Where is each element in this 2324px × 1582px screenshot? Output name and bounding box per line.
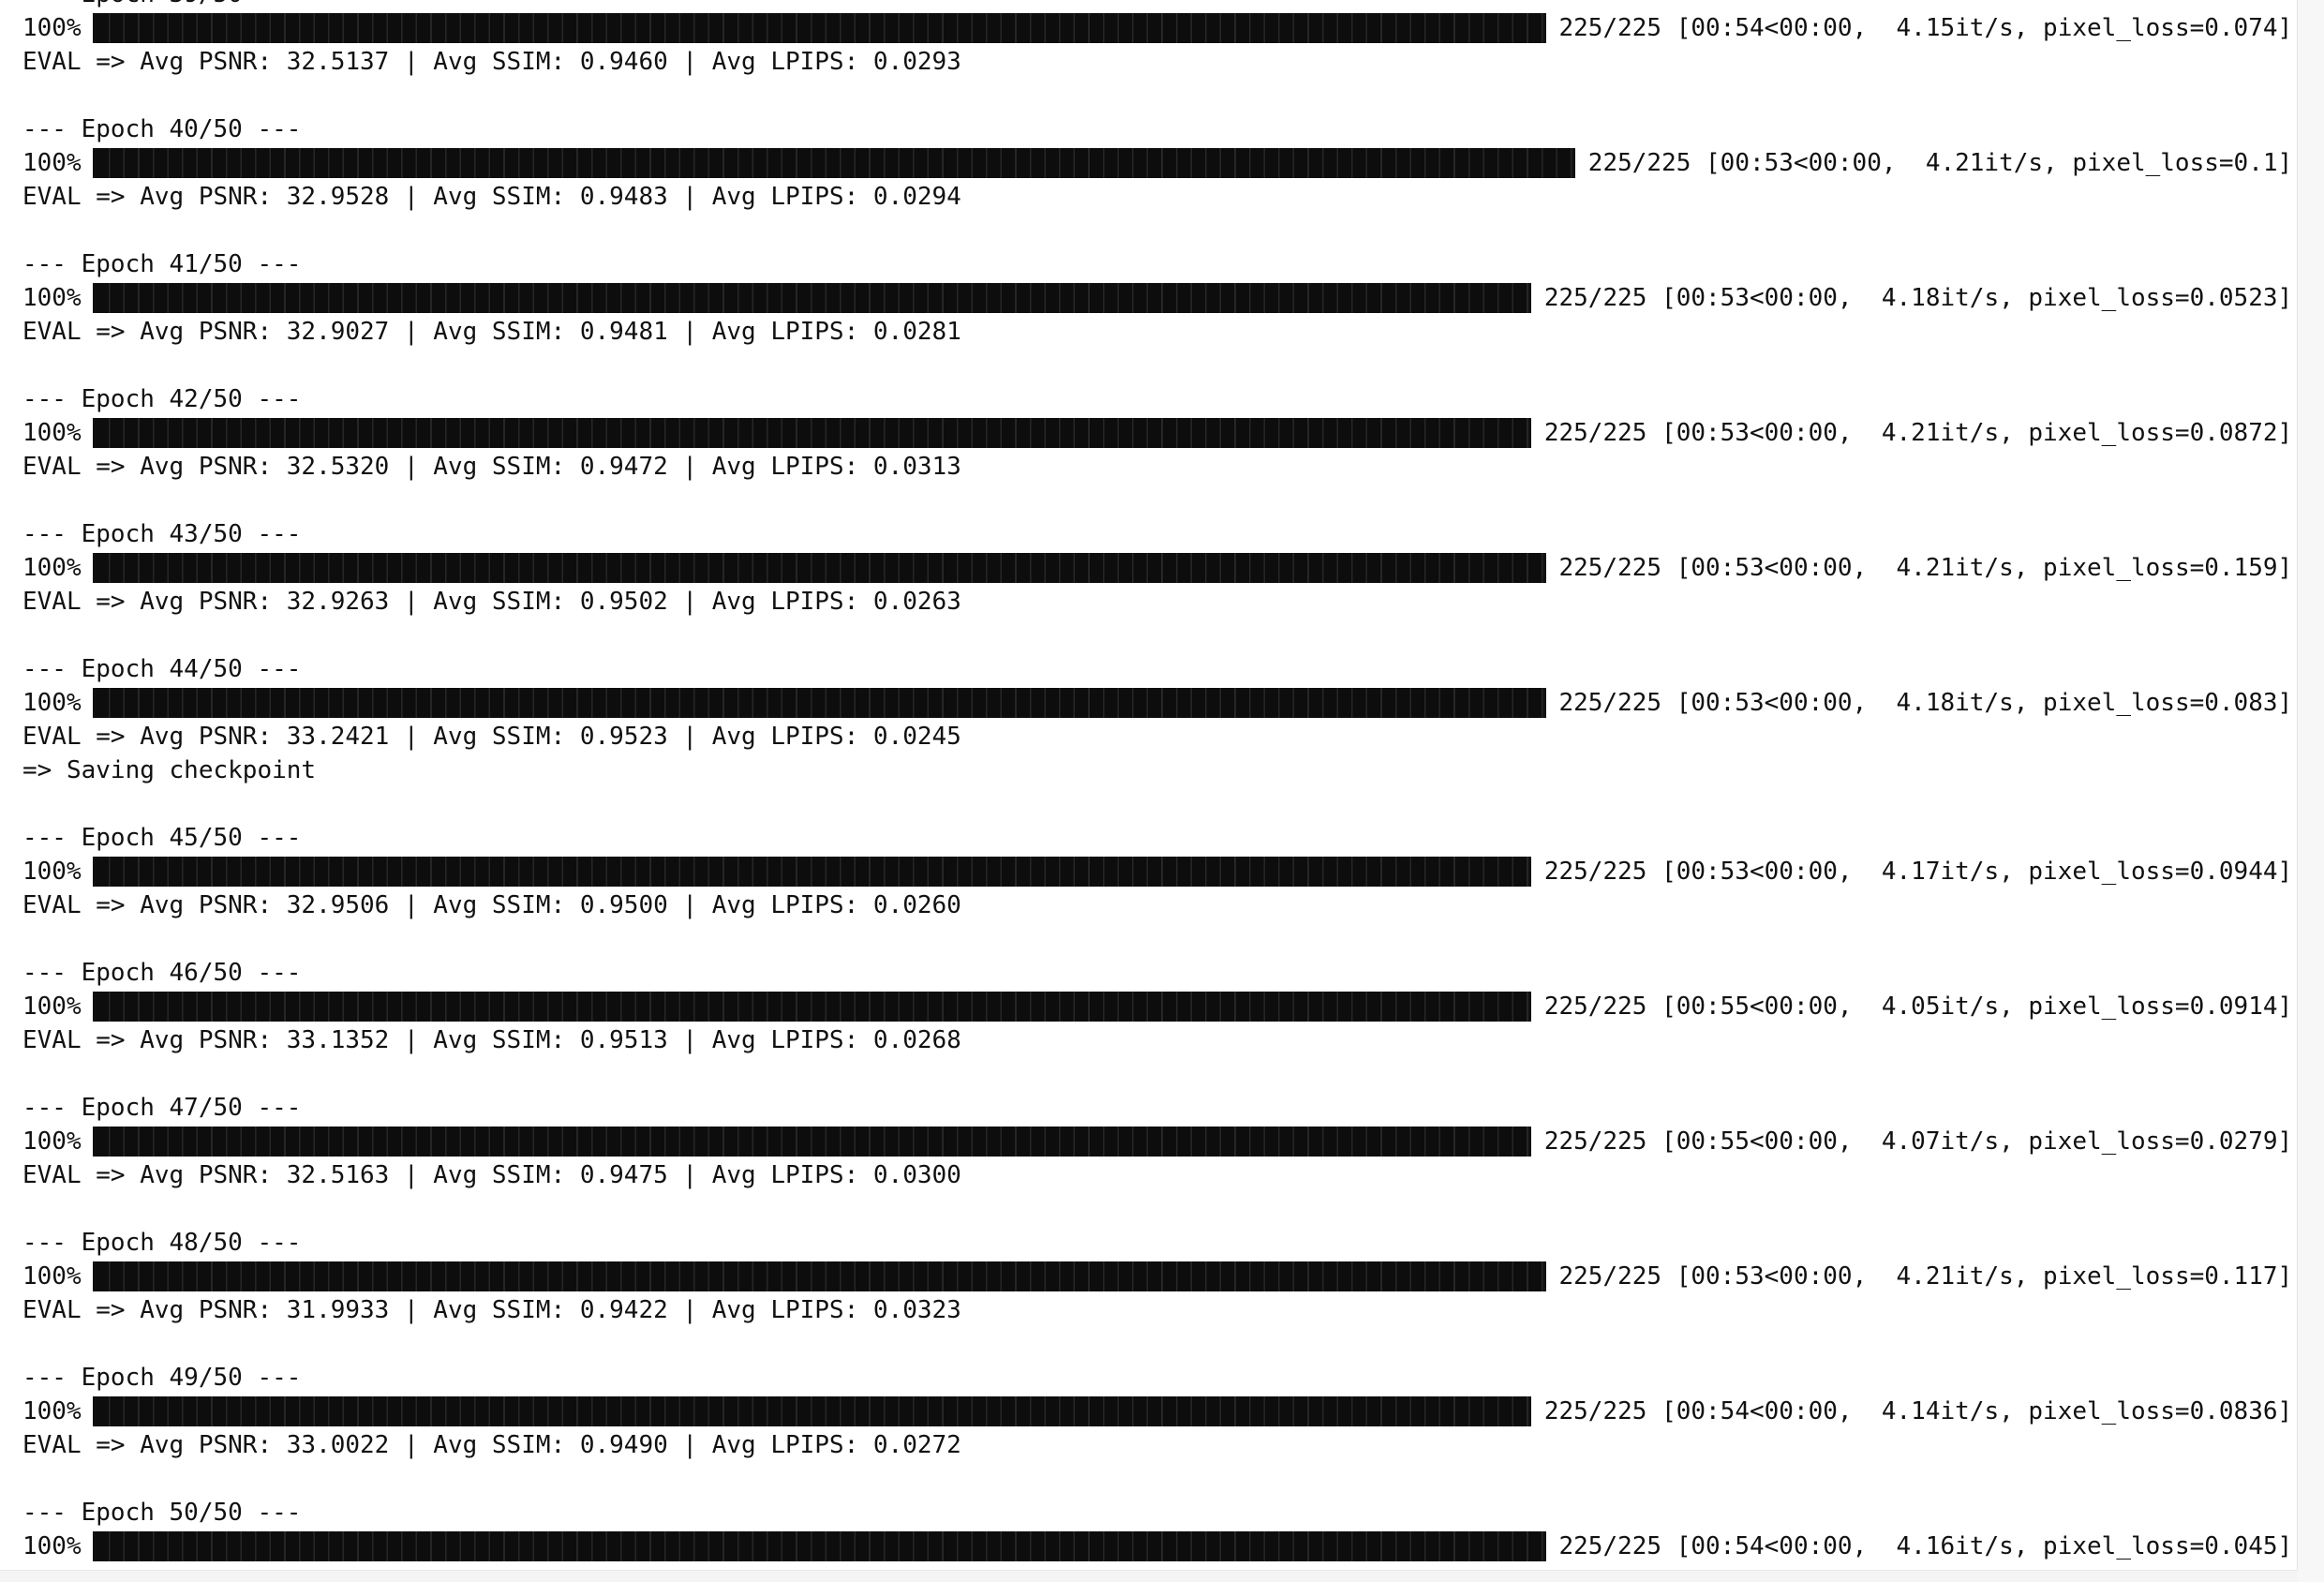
eval-metrics: EVAL => Avg PSNR: 32.9528 | Avg SSIM: 0.… bbox=[22, 183, 961, 211]
progress-line: 100% 225/225 [00:53<00:00, 4.18it/s, pixe… bbox=[22, 686, 2298, 720]
progress-bar bbox=[93, 688, 1546, 718]
progress-bar bbox=[93, 1261, 1546, 1291]
checkpoint-message: => Saving checkpoint bbox=[22, 756, 317, 784]
progress-line: 100% 225/225 [00:55<00:00, 4.05it/s, pixe… bbox=[22, 990, 2298, 1023]
eval-metrics: EVAL => Avg PSNR: 32.9263 | Avg SSIM: 0.… bbox=[22, 588, 961, 616]
progress-bar bbox=[93, 992, 1531, 1022]
eval-metrics: EVAL => Avg PSNR: 33.2421 | Avg SSIM: 0.… bbox=[22, 723, 961, 751]
progress-percent: 100% bbox=[22, 689, 82, 717]
progress-stats: 225/225 [00:55<00:00, 4.07it/s, pixel_lo… bbox=[1543, 1127, 2293, 1156]
progress-percent: 100% bbox=[22, 554, 82, 582]
horizontal-scrollbar[interactable] bbox=[0, 1570, 2298, 1582]
progress-line: 100% 225/225 [00:54<00:00, 4.15it/s, pixe… bbox=[22, 11, 2298, 45]
progress-stats: 225/225 [00:53<00:00, 4.21it/s, pixel_lo… bbox=[1558, 1262, 2293, 1291]
vertical-scrollbar[interactable] bbox=[2297, 0, 2324, 1582]
progress-line: 100% 225/225 [00:53<00:00, 4.21it/s, pixe… bbox=[22, 1260, 2298, 1293]
progress-stats: 225/225 [00:55<00:00, 4.05it/s, pixel_lo… bbox=[1543, 992, 2293, 1021]
progress-line: 100% 225/225 [00:53<00:00, 4.21it/s, pixe… bbox=[22, 551, 2298, 585]
epoch-header: --- Epoch 43/50 --- bbox=[22, 520, 302, 548]
progress-stats: 225/225 [00:54<00:00, 4.16it/s, pixel_lo… bbox=[1558, 1532, 2293, 1560]
progress-stats: 225/225 [00:54<00:00, 4.15it/s, pixel_lo… bbox=[1558, 14, 2293, 42]
progress-percent: 100% bbox=[22, 419, 82, 447]
progress-line: 100% 225/225 [00:55<00:00, 4.07it/s, pixe… bbox=[22, 1125, 2298, 1158]
epoch-header: --- Epoch 42/50 --- bbox=[22, 385, 302, 413]
progress-line: 100% 225/225 [00:54<00:00, 4.16it/s, pixe… bbox=[22, 1530, 2298, 1563]
progress-percent: 100% bbox=[22, 992, 82, 1021]
progress-bar bbox=[93, 1396, 1531, 1426]
eval-metrics: EVAL => Avg PSNR: 32.9506 | Avg SSIM: 0.… bbox=[22, 891, 961, 919]
progress-line: 100% 225/225 [00:53<00:00, 4.21it/s, pixe… bbox=[22, 416, 2298, 450]
progress-stats: 225/225 [00:53<00:00, 4.21it/s, pixel_lo… bbox=[1558, 554, 2293, 582]
progress-stats: 225/225 [00:53<00:00, 4.21it/s, pixel_lo… bbox=[1543, 419, 2293, 447]
progress-stats: 225/225 [00:53<00:00, 4.18it/s, pixel_lo… bbox=[1558, 689, 2293, 717]
progress-percent: 100% bbox=[22, 858, 82, 886]
epoch-header: --- Epoch 40/50 --- bbox=[22, 115, 302, 143]
progress-percent: 100% bbox=[22, 284, 82, 312]
eval-metrics: EVAL => Avg PSNR: 32.5137 | Avg SSIM: 0.… bbox=[22, 48, 961, 76]
eval-metrics: EVAL => Avg PSNR: 32.5163 | Avg SSIM: 0.… bbox=[22, 1161, 961, 1189]
epoch-header: --- Epoch 48/50 --- bbox=[22, 1229, 302, 1257]
progress-stats: 225/225 [00:53<00:00, 4.17it/s, pixel_lo… bbox=[1543, 858, 2293, 886]
progress-bar bbox=[93, 857, 1531, 887]
epoch-header: --- Epoch 47/50 --- bbox=[22, 1094, 302, 1122]
epoch-header: --- Epoch 45/50 --- bbox=[22, 824, 302, 852]
progress-stats: 225/225 [00:53<00:00, 4.21it/s, pixel_lo… bbox=[1587, 149, 2293, 177]
epoch-header: --- Epoch 44/50 --- bbox=[22, 655, 302, 683]
progress-percent: 100% bbox=[22, 14, 82, 42]
epoch-header: --- Epoch 46/50 --- bbox=[22, 959, 302, 987]
progress-line: 100% 225/225 [00:53<00:00, 4.17it/s, pixe… bbox=[22, 855, 2298, 888]
progress-bar bbox=[93, 283, 1531, 313]
epoch-header: --- Epoch 39/50 --- bbox=[22, 0, 301, 11]
epoch-header: --- Epoch 50/50 --- bbox=[22, 1499, 302, 1527]
epoch-header: --- Epoch 41/50 --- bbox=[22, 250, 302, 278]
progress-bar bbox=[93, 553, 1546, 583]
training-log-output: --- Epoch 39/50 --- 100% 225/225 [00:54<00… bbox=[0, 0, 2298, 1576]
progress-percent: 100% bbox=[22, 1262, 82, 1291]
progress-bar bbox=[93, 13, 1546, 43]
progress-percent: 100% bbox=[22, 149, 82, 177]
progress-percent: 100% bbox=[22, 1532, 82, 1560]
eval-metrics: EVAL => Avg PSNR: 32.9027 | Avg SSIM: 0.… bbox=[22, 318, 961, 346]
progress-line: 100% 225/225 [00:53<00:00, 4.18it/s, pixe… bbox=[22, 281, 2298, 315]
progress-bar bbox=[93, 1127, 1531, 1157]
progress-bar bbox=[93, 1531, 1546, 1561]
progress-bar bbox=[93, 418, 1531, 448]
progress-percent: 100% bbox=[22, 1127, 82, 1156]
eval-metrics: EVAL => Avg PSNR: 31.9933 | Avg SSIM: 0.… bbox=[22, 1296, 961, 1324]
progress-percent: 100% bbox=[22, 1397, 82, 1425]
progress-line: 100% 225/225 [00:53<00:00, 4.21it/s, pixe… bbox=[22, 146, 2298, 180]
progress-bar bbox=[93, 148, 1575, 178]
progress-stats: 225/225 [00:54<00:00, 4.14it/s, pixel_lo… bbox=[1543, 1397, 2293, 1425]
epoch-header: --- Epoch 49/50 --- bbox=[22, 1364, 302, 1392]
progress-stats: 225/225 [00:53<00:00, 4.18it/s, pixel_lo… bbox=[1543, 284, 2293, 312]
eval-metrics: EVAL => Avg PSNR: 32.5320 | Avg SSIM: 0.… bbox=[22, 453, 961, 481]
eval-metrics: EVAL => Avg PSNR: 33.1352 | Avg SSIM: 0.… bbox=[22, 1026, 961, 1054]
eval-metrics: EVAL => Avg PSNR: 33.0022 | Avg SSIM: 0.… bbox=[22, 1431, 961, 1459]
progress-line: 100% 225/225 [00:54<00:00, 4.14it/s, pixe… bbox=[22, 1395, 2298, 1428]
